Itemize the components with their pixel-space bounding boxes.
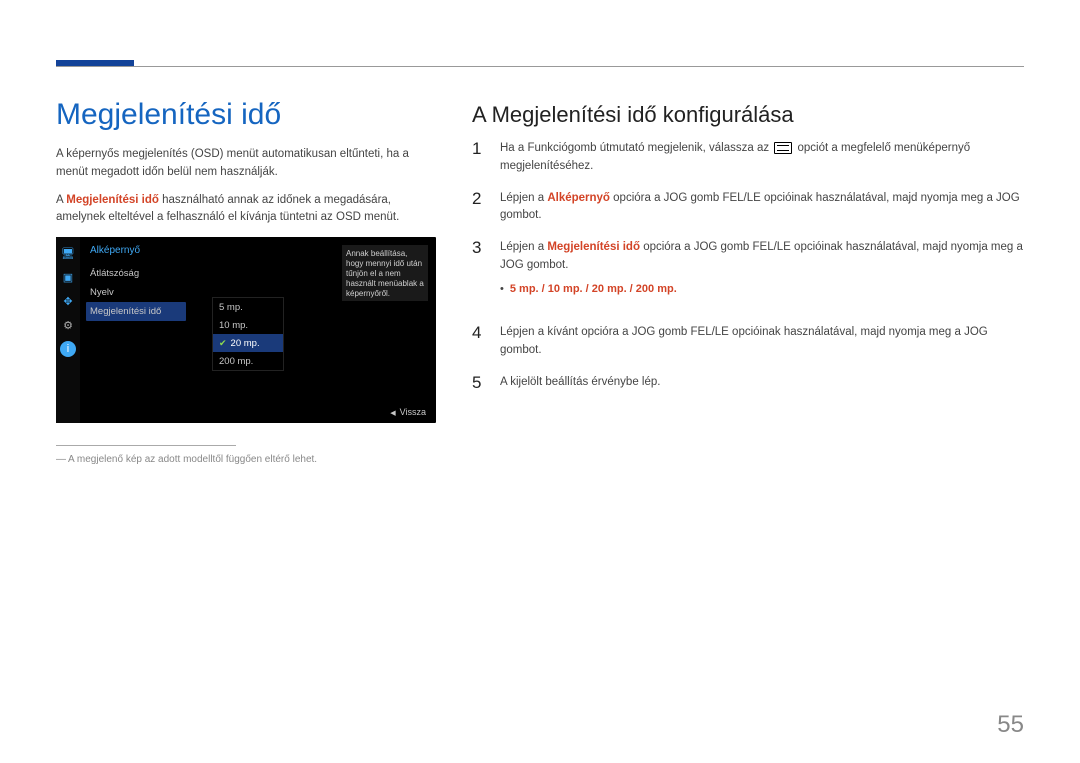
move-icon: ✥ (60, 293, 76, 309)
intro-paragraph-1: A képernyős megjelenítés (OSD) menüt aut… (56, 146, 436, 182)
right-column: A Megjelenítési idő konfigurálása 1 Ha a… (472, 98, 1024, 465)
options-bullet: •5 mp. / 10 mp. / 20 mp. / 200 mp. (472, 289, 1024, 310)
top-rule (56, 60, 1024, 68)
gear-icon: ⚙ (60, 317, 76, 333)
footnote-text: ―A megjelenő kép az adott modelltől függ… (56, 454, 436, 465)
two-column-layout: Megjelenítési idő A képernyős megjelenít… (56, 98, 1024, 465)
osd-back-label: ◀Vissza (390, 407, 426, 417)
page-content: Megjelenítési idő A képernyős megjelenít… (0, 0, 1080, 505)
osd-tooltip: Annak beállítása, hogy mennyi idő után t… (342, 245, 428, 301)
check-icon: ✔ (219, 338, 227, 349)
osd-option-20: ✔20 mp. (213, 334, 283, 352)
step-3: 3 Lépjen a Megjelenítési idő opcióra a J… (472, 239, 1024, 275)
osd-submenu: 5 mp. 10 mp. ✔20 mp. 200 mp. (212, 297, 284, 371)
step-4: 4 Lépjen a kívánt opcióra a JOG gomb FEL… (472, 324, 1024, 360)
osd-option-10: 10 mp. (213, 316, 283, 334)
intro-paragraph-2: A Megjelenítési idő használható annak az… (56, 192, 436, 228)
left-column: Megjelenítési idő A képernyős megjelenít… (56, 98, 436, 465)
osd-screenshot: 🖥 ▣ ✥ ⚙ i Alképernyő Átlátszóság Be Nyel… (56, 237, 436, 423)
step-1: 1 Ha a Funkciógomb útmutató megjelenik, … (472, 140, 1024, 176)
monitor-icon: 🖥 (60, 245, 76, 261)
right-heading: A Megjelenítési idő konfigurálása (472, 102, 1024, 128)
osd-option-5: 5 mp. (213, 298, 283, 316)
info-icon: i (60, 341, 76, 357)
back-triangle-icon: ◀ (390, 410, 395, 417)
osd-icon-strip: 🖥 ▣ ✥ ⚙ i (56, 237, 80, 423)
section-title: Megjelenítési idő (56, 98, 436, 132)
step-5: 5 A kijelölt beállítás érvénybe lép. (472, 374, 1024, 392)
osd-option-200: 200 mp. (213, 352, 283, 370)
footnote-divider (56, 445, 236, 446)
picture-icon: ▣ (60, 269, 76, 285)
page-number: 55 (997, 711, 1024, 739)
menu-icon (774, 142, 792, 154)
step-2: 2 Lépjen a Alképernyő opcióra a JOG gomb… (472, 190, 1024, 226)
osd-main-panel: Alképernyő Átlátszóság Be Nyelv Megjelen… (80, 237, 436, 423)
highlighted-term: Megjelenítési idő (66, 194, 159, 206)
osd-row-displaytime: Megjelenítési idő (86, 302, 186, 321)
